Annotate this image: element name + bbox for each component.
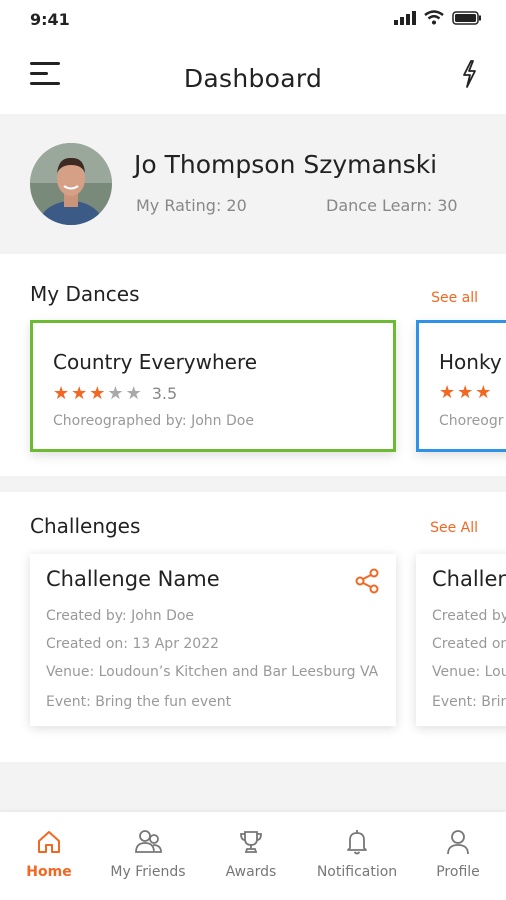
section-title: Challenges xyxy=(30,514,141,538)
created-by: Created by xyxy=(432,608,506,624)
tab-profile[interactable]: Profile xyxy=(408,828,506,880)
tab-bar: Home My Friends Awards Notification Prof… xyxy=(0,812,506,900)
my-dances-section: My Dances See all Country Everywhere ★ ★… xyxy=(0,254,506,476)
dance-name: Honky xyxy=(439,350,502,374)
tab-my-friends[interactable]: My Friends xyxy=(98,828,198,880)
rating-value: 3.5 xyxy=(151,384,178,403)
tab-awards[interactable]: Awards xyxy=(201,828,301,880)
challenge-card[interactable]: Challen Created by Created on Venue: Lou… xyxy=(416,554,506,726)
tab-notification[interactable]: Notification xyxy=(307,828,407,880)
challenge-card[interactable]: Challenge Name Created by: John Doe Crea… xyxy=(30,554,396,726)
nav-bar: Dashboard xyxy=(0,44,506,114)
event: Event: Bring the fun event xyxy=(46,694,232,710)
star-icon: ★ xyxy=(475,382,492,403)
star-icon: ★ xyxy=(125,382,142,404)
bolt-icon[interactable] xyxy=(460,59,478,89)
choreographer: Choreogr xyxy=(439,413,504,429)
status-time: 9:41 xyxy=(30,10,70,29)
status-bar: 9:41 xyxy=(0,0,506,44)
challenge-name: Challen xyxy=(432,567,506,591)
battery-icon xyxy=(452,10,481,25)
star-icon: ★ xyxy=(107,382,124,404)
dance-card[interactable]: Country Everywhere ★ ★ ★ ★ ★ 3.5 Choreog… xyxy=(30,320,396,452)
signal-icon xyxy=(394,10,416,25)
challenge-name: Challenge Name xyxy=(46,567,220,591)
share-icon[interactable] xyxy=(354,568,380,594)
event: Event: Brin xyxy=(432,694,506,710)
avatar[interactable] xyxy=(30,143,112,225)
profile-name: Jo Thompson Szymanski xyxy=(134,150,438,179)
home-icon xyxy=(38,831,60,853)
profile-summary: Jo Thompson Szymanski My Rating: 20 Danc… xyxy=(0,130,506,252)
page-title: Dashboard xyxy=(183,64,323,93)
dance-name: Country Everywhere xyxy=(53,350,258,374)
tab-label: Profile xyxy=(436,864,480,880)
star-icon: ★ xyxy=(71,382,88,404)
bell-icon xyxy=(347,830,367,855)
star-icon: ★ xyxy=(53,382,70,404)
venue: Venue: Loudoun’s Kitchen and Bar Leesbur… xyxy=(46,664,379,680)
star-icon: ★ xyxy=(89,382,106,404)
see-all-challenges-link[interactable]: See All xyxy=(430,520,478,536)
created-by: Created by: John Doe xyxy=(46,608,195,624)
created-on: Created on xyxy=(432,636,506,652)
dance-learn: Dance Learn: 30 xyxy=(326,196,458,215)
tab-label: Awards xyxy=(225,864,277,880)
tab-label: Home xyxy=(26,864,72,880)
trophy-icon xyxy=(240,831,262,853)
choreographer: Choreographed by: John Doe xyxy=(53,413,254,429)
star-icon: ★ xyxy=(439,382,456,403)
star-rating: ★ ★ ★ ★ ★ 3.5 xyxy=(53,384,177,403)
challenges-section: Challenges See All Challenge Name Create… xyxy=(0,492,506,762)
wifi-icon xyxy=(424,10,444,25)
see-all-dances-link[interactable]: See all xyxy=(431,290,478,306)
my-rating: My Rating: 20 xyxy=(136,196,247,215)
venue: Venue: Lou xyxy=(432,664,506,680)
friends-icon xyxy=(135,830,162,853)
dance-card[interactable]: Honky ★ ★ ★ Choreogr xyxy=(416,320,506,452)
user-icon xyxy=(447,830,469,855)
status-icons xyxy=(394,10,482,25)
star-icon: ★ xyxy=(457,382,474,403)
tab-label: My Friends xyxy=(110,864,186,880)
created-on: Created on: 13 Apr 2022 xyxy=(46,636,220,652)
section-title: My Dances xyxy=(30,282,140,306)
tab-home[interactable]: Home xyxy=(0,828,99,880)
tab-label: Notification xyxy=(316,864,398,880)
star-rating: ★ ★ ★ xyxy=(439,384,491,402)
